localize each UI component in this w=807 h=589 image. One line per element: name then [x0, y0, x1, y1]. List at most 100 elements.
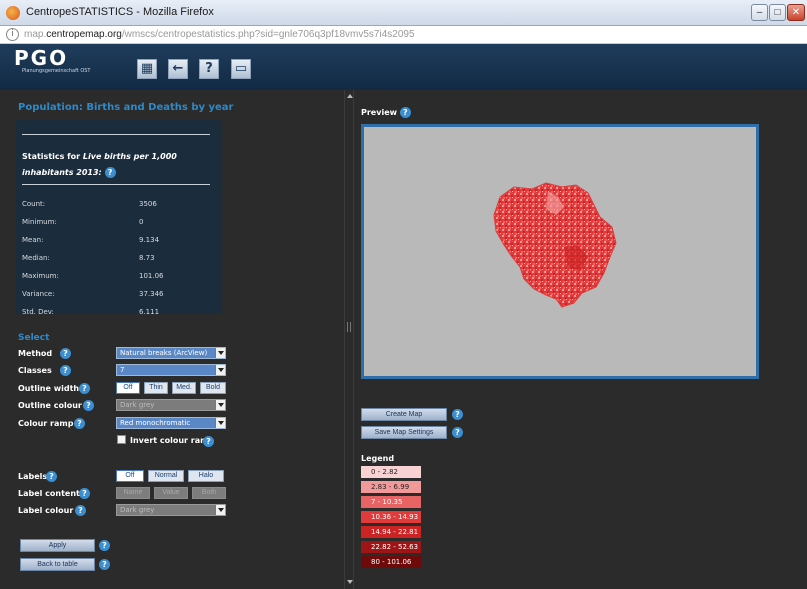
scroll-up-icon[interactable] — [347, 94, 353, 98]
label-content-value-button: Value — [154, 487, 188, 499]
outline-colour-label: Outline colour — [18, 401, 82, 410]
help-icon[interactable]: ? — [203, 436, 214, 447]
chevron-down-icon — [215, 505, 225, 515]
label-content-name-button: Name — [116, 487, 150, 499]
help-icon[interactable]: ? — [46, 471, 57, 482]
window-button[interactable]: ▭ — [231, 59, 251, 79]
pgo-logo: PGO Planungsgemeinschaft OST — [14, 46, 91, 74]
minimize-button[interactable]: – — [751, 4, 768, 21]
help-icon[interactable]: ? — [60, 348, 71, 359]
legend-label: 80 - 101.06 — [371, 558, 412, 566]
legend-item: 7 - 10.35 — [361, 496, 421, 508]
labels-halo-button[interactable]: Halo — [188, 470, 224, 482]
window-titlebar: CentropeSTATISTICS - Mozilla Firefox – □… — [0, 0, 807, 26]
legend-title: Legend — [361, 454, 395, 463]
statistics-box: Statistics for Live births per 1,000 inh… — [16, 120, 221, 316]
url-bar[interactable]: i map.centropemap.org/wmscs/centropestat… — [0, 26, 807, 44]
outline-width-row: Outline width ? Off Thin Med. Bold — [18, 382, 338, 396]
colour-ramp-row: Colour ramp ? Red monochromatic — [18, 417, 338, 431]
method-row: Method ? Natural breaks (ArcView) — [18, 347, 338, 361]
outline-bold-button[interactable]: Bold — [200, 382, 226, 394]
map-preview[interactable] — [361, 124, 759, 379]
method-label: Method — [18, 349, 53, 358]
outline-colour-row: Outline colour ? Dark grey — [18, 399, 338, 413]
labels-row: Labels ? Off Normal Halo — [18, 470, 338, 484]
legend-item: 0 - 2.82 — [361, 466, 421, 478]
help-icon[interactable]: ? — [452, 427, 463, 438]
invert-colour-ramp-checkbox[interactable] — [117, 435, 126, 444]
label-content-row: Label content ? Name Value Both — [18, 487, 338, 501]
label-content-both-button: Both — [192, 487, 226, 499]
url-text[interactable]: map.centropemap.org/wmscs/centropestatis… — [24, 29, 415, 40]
legend-item: 10.36 - 14.93 — [361, 511, 421, 523]
settings-panel: Population: Births and Deaths by year St… — [11, 90, 341, 589]
legend-label: 22.82 - 52.63 — [371, 543, 419, 551]
help-icon[interactable]: ? — [79, 488, 90, 499]
chevron-down-icon — [215, 348, 225, 358]
panel-splitter[interactable] — [344, 90, 354, 589]
choropleth-map — [493, 182, 617, 308]
scroll-down-icon[interactable] — [347, 580, 353, 584]
chevron-down-icon — [215, 400, 225, 410]
select-heading: Select — [18, 333, 50, 343]
labels-normal-button[interactable]: Normal — [148, 470, 184, 482]
legend-label: 14.94 - 22.81 — [371, 528, 419, 536]
legend-item: 2.83 - 6.99 — [361, 481, 421, 493]
legend-item: 14.94 - 22.81 — [361, 526, 421, 538]
help-icon[interactable]: ? — [399, 107, 411, 118]
help-icon[interactable]: ? — [75, 505, 86, 516]
help-icon[interactable]: ? — [99, 559, 110, 570]
method-select[interactable]: Natural breaks (ArcView) — [116, 347, 226, 359]
legend-label: 2.83 - 6.99 — [371, 483, 410, 491]
classes-label: Classes — [18, 366, 52, 375]
apply-button[interactable]: Apply — [20, 539, 95, 552]
classes-row: Classes ? 7 — [18, 364, 338, 378]
label-colour-select: Dark grey — [116, 504, 226, 516]
colour-ramp-label: Colour ramp — [18, 419, 74, 428]
window-title: CentropeSTATISTICS - Mozilla Firefox — [26, 6, 214, 18]
label-content-label: Label content — [18, 489, 80, 498]
colour-ramp-select[interactable]: Red monochromatic — [116, 417, 226, 429]
legend-label: 7 - 10.35 — [371, 498, 403, 506]
outline-med-button[interactable]: Med. — [172, 382, 196, 394]
help-icon[interactable]: ? — [99, 540, 110, 551]
map-view-button[interactable]: ▦ — [137, 59, 157, 79]
classes-select[interactable]: 7 — [116, 364, 226, 376]
help-icon[interactable]: ? — [452, 409, 463, 420]
preview-panel: Preview ? Create Map ? Save Map Settings… — [355, 90, 807, 589]
maximize-button[interactable]: □ — [769, 4, 786, 21]
info-icon[interactable]: i — [6, 28, 19, 41]
legend-item: 22.82 - 52.63 — [361, 541, 421, 553]
help-icon[interactable]: ? — [60, 365, 71, 376]
help-icon[interactable]: ? — [83, 400, 94, 411]
labels-off-button[interactable]: Off — [116, 470, 144, 482]
back-arrow-button[interactable]: ← — [168, 59, 188, 79]
close-window-button[interactable]: ✕ — [787, 4, 805, 21]
divider — [22, 134, 210, 135]
legend-label: 0 - 2.82 — [371, 468, 399, 476]
splitter-handle[interactable] — [347, 322, 351, 332]
statistics-heading: Statistics for Live births per 1,000 inh… — [22, 152, 177, 178]
create-map-button[interactable]: Create Map — [361, 408, 447, 421]
legend-label: 10.36 - 14.93 — [371, 513, 419, 521]
invert-colour-ramp-label: Invert colour ramp — [130, 436, 215, 445]
chevron-down-icon — [215, 365, 225, 375]
labels-label: Labels — [18, 472, 48, 481]
app-header: PGO Planungsgemeinschaft OST ▦ ← ? ▭ — [0, 44, 807, 90]
back-to-table-button[interactable]: Back to table — [20, 558, 95, 571]
chevron-down-icon — [215, 418, 225, 428]
help-icon[interactable]: ? — [79, 383, 90, 394]
outline-off-button[interactable]: Off — [116, 382, 140, 394]
help-icon[interactable]: ? — [104, 167, 116, 178]
outline-width-label: Outline width — [18, 384, 80, 393]
label-colour-row: Label colour ? Dark grey — [18, 504, 338, 518]
outline-thin-button[interactable]: Thin — [144, 382, 168, 394]
save-map-settings-button[interactable]: Save Map Settings — [361, 426, 447, 439]
help-button[interactable]: ? — [199, 59, 219, 79]
outline-colour-select: Dark grey — [116, 399, 226, 411]
label-colour-label: Label colour — [18, 506, 74, 515]
divider — [22, 184, 210, 185]
help-icon[interactable]: ? — [74, 418, 85, 429]
preview-label: Preview ? — [361, 107, 411, 118]
firefox-icon — [6, 6, 20, 20]
